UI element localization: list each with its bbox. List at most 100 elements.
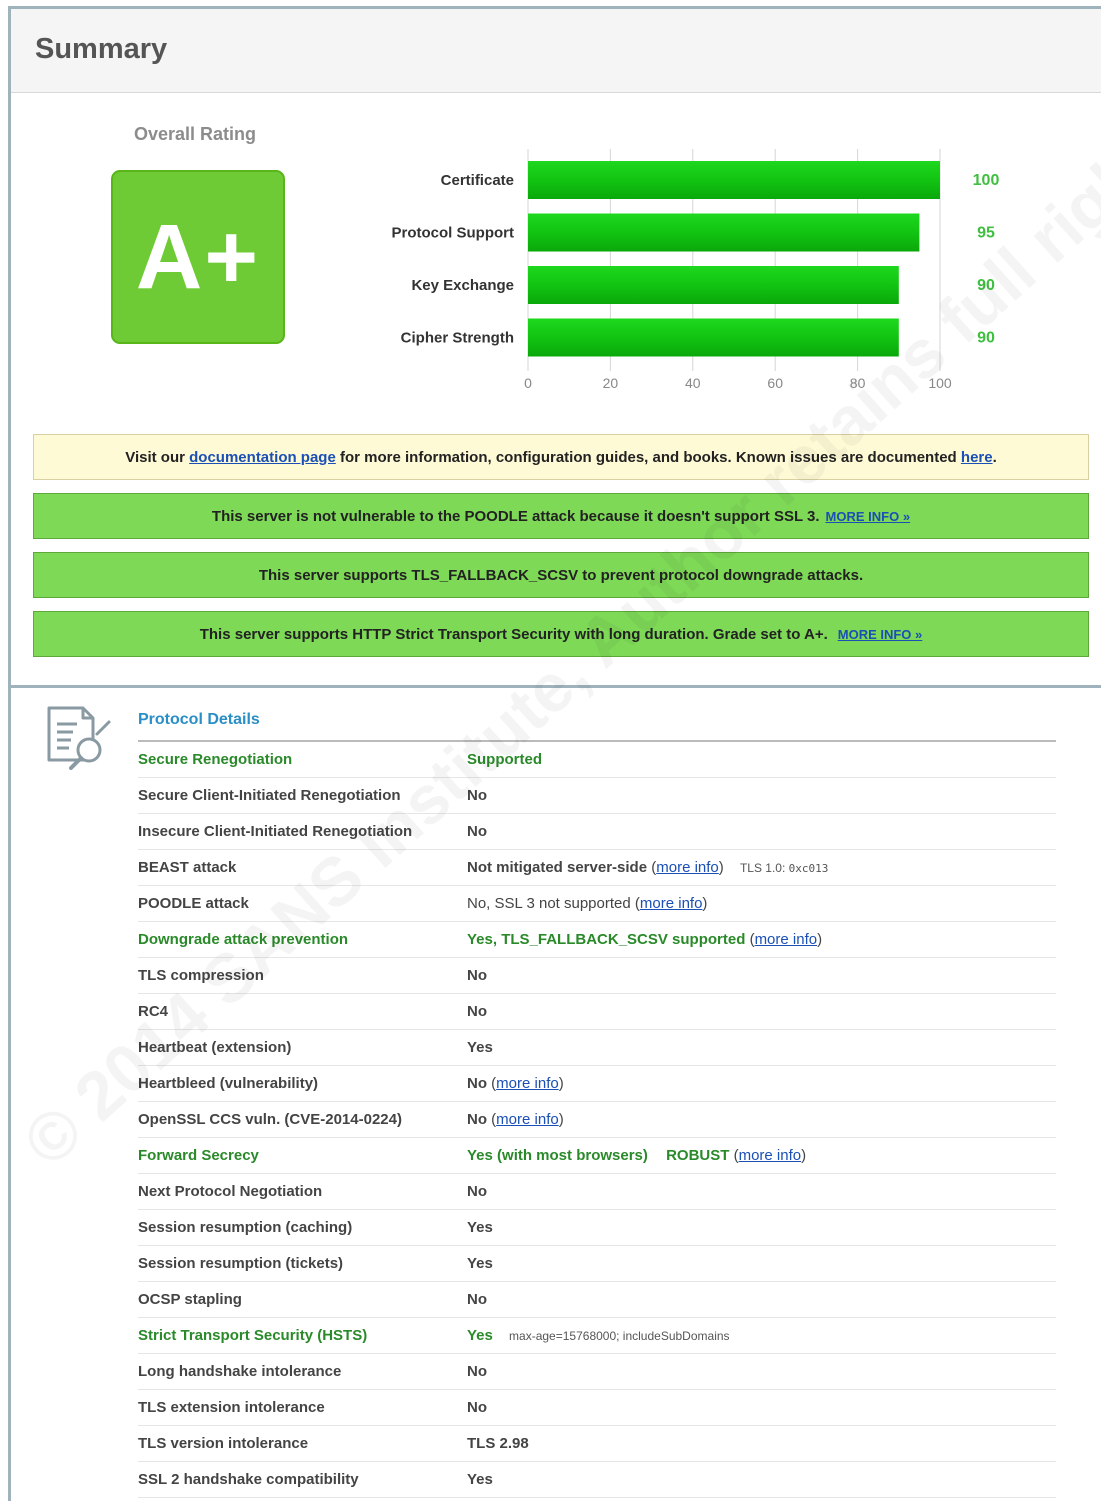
category-label: Cipher Strength xyxy=(401,330,514,347)
heartbleed-value: No xyxy=(467,1075,487,1092)
poodle-value: No, SSL 3 not supported xyxy=(467,895,631,912)
row-value: Yes xyxy=(467,1219,493,1236)
hsts-value: Yes xyxy=(467,1327,493,1344)
more-info-link[interactable]: more info xyxy=(496,1075,559,1092)
table-row: Downgrade attack prevention Yes, TLS_FAL… xyxy=(138,922,1056,958)
row-value: Supported xyxy=(467,751,542,768)
row-value: Yes (with most browsers) ROBUST (more in… xyxy=(467,1147,807,1164)
row-value: Yes xyxy=(467,1039,493,1056)
more-info-link[interactable]: more info xyxy=(739,1147,802,1164)
poodle-more-info-link[interactable]: MORE INFO » xyxy=(826,509,911,524)
row-value: No (more info) xyxy=(467,1111,564,1128)
value-label: 100 xyxy=(973,172,1000,189)
ccs-value: No xyxy=(467,1111,487,1128)
row-label: Long handshake intolerance xyxy=(138,1363,342,1380)
hsts-more-info-link[interactable]: MORE INFO » xyxy=(838,627,923,642)
table-row: TLS extension intolerance No xyxy=(138,1390,1056,1426)
table-row: Session resumption (caching) Yes xyxy=(138,1210,1056,1246)
row-value: No xyxy=(467,1399,487,1416)
robust-label: ROBUST xyxy=(666,1147,730,1164)
row-label: Downgrade attack prevention xyxy=(138,931,349,948)
row-label: SSL 2 handshake compatibility xyxy=(138,1471,359,1488)
row-label: RC4 xyxy=(138,1003,169,1020)
more-info-link[interactable]: more info xyxy=(755,931,818,948)
row-value: No (more info) xyxy=(467,1075,564,1092)
rating-bar-chart: 0 20 40 60 80 100 Certificate 100 Protocol Suppo… xyxy=(392,149,1000,391)
table-row: Secure Renegotiation Supported xyxy=(138,742,1056,778)
row-value: Yes xyxy=(467,1255,493,1272)
row-value: No xyxy=(467,823,487,840)
row-value: No xyxy=(467,1291,487,1308)
downgrade-value: Yes, TLS_FALLBACK_SCSV supported xyxy=(467,931,746,948)
documentation-page-link[interactable]: documentation page xyxy=(189,449,336,466)
table-row: RC4 No xyxy=(138,994,1056,1030)
table-row: Insecure Client-Initiated Renegotiation … xyxy=(138,814,1056,850)
row-value: No xyxy=(467,1363,487,1380)
x-tick-label: 40 xyxy=(685,375,701,391)
table-row: TLS version intolerance TLS 2.98 xyxy=(138,1426,1056,1462)
hsts-extra: max-age=15768000; includeSubDomains xyxy=(509,1329,730,1343)
table-row: Secure Client-Initiated Renegotiation No xyxy=(138,778,1056,814)
row-label: Session resumption (caching) xyxy=(138,1219,353,1236)
forward-secrecy-value: Yes (with most browsers) xyxy=(467,1147,648,1164)
document-magnifier-icon xyxy=(47,706,111,770)
docs-mid: for more information, configuration guid… xyxy=(335,448,961,466)
row-label: Forward Secrecy xyxy=(138,1147,259,1164)
value-label: 90 xyxy=(977,330,995,347)
hsts-notice-text: This server supports HTTP Strict Transpo… xyxy=(199,625,828,643)
summary-panel: Summary Overall Rating A+ 0 20 40 60 80 100 Ce… xyxy=(8,6,1101,688)
row-label: Heartbleed (vulnerability) xyxy=(138,1075,319,1092)
row-label: Secure Client-Initiated Renegotiation xyxy=(138,787,401,804)
row-value: No, SSL 3 not supported (more info) xyxy=(467,895,708,912)
beast-extra-label: TLS 1.0: xyxy=(739,861,786,875)
table-row: Forward Secrecy Yes (with most browsers)… xyxy=(138,1138,1056,1174)
row-label: Secure Renegotiation xyxy=(138,751,293,768)
bar xyxy=(528,161,940,199)
protocol-details-table: Secure Renegotiation Supported Secure Cl… xyxy=(138,742,1056,1498)
row-value: Yes xyxy=(467,1471,493,1488)
row-value: No xyxy=(467,787,487,804)
more-info-link[interactable]: more info xyxy=(496,1111,559,1128)
category-label: Protocol Support xyxy=(392,225,515,242)
known-issues-link[interactable]: here xyxy=(961,449,993,466)
poodle-notice: This server is not vulnerable to the POO… xyxy=(33,493,1089,539)
table-row: BEAST attack Not mitigated server-side (… xyxy=(138,850,1056,886)
bar xyxy=(528,318,899,357)
docs-post: . xyxy=(992,448,997,466)
row-label: OpenSSL CCS vuln. (CVE-2014-0224) xyxy=(138,1111,402,1128)
documentation-notice: Visit our documentation page for more in… xyxy=(33,434,1089,480)
row-label: Heartbeat (extension) xyxy=(138,1039,292,1056)
row-label: OCSP stapling xyxy=(138,1291,242,1308)
row-value: No xyxy=(467,1183,487,1200)
row-label: Session resumption (tickets) xyxy=(138,1255,344,1272)
beast-value: Not mitigated server-side xyxy=(467,859,648,876)
table-row: OCSP stapling No xyxy=(138,1282,1056,1318)
x-tick-label: 80 xyxy=(850,375,866,391)
row-value: No xyxy=(467,1003,487,1020)
row-label: Insecure Client-Initiated Renegotiation xyxy=(138,823,413,840)
poodle-notice-text: This server is not vulnerable to the POO… xyxy=(211,507,820,525)
table-row: POODLE attack No, SSL 3 not supported (m… xyxy=(138,886,1056,922)
x-tick-label: 0 xyxy=(524,375,532,391)
table-row: Strict Transport Security (HSTS) Yes max… xyxy=(138,1318,1056,1354)
fallback-notice-text: This server supports TLS_FALLBACK_SCSV t… xyxy=(258,566,864,584)
row-label: BEAST attack xyxy=(138,859,237,876)
category-label: Key Exchange xyxy=(411,277,514,294)
docs-pre: Visit our xyxy=(125,448,190,466)
row-label: TLS compression xyxy=(138,967,264,984)
row-value: Yes, TLS_FALLBACK_SCSV supported (more i… xyxy=(467,931,823,948)
row-value: TLS 2.98 xyxy=(467,1435,529,1452)
row-label: POODLE attack xyxy=(138,895,249,912)
beast-extra-code: 0xc013 xyxy=(788,862,829,875)
row-label: Strict Transport Security (HSTS) xyxy=(138,1327,368,1344)
bar xyxy=(528,213,920,252)
x-tick-label: 20 xyxy=(603,375,619,391)
bar xyxy=(528,266,899,304)
row-value: No xyxy=(467,967,487,984)
more-info-link[interactable]: more info xyxy=(640,895,703,912)
table-row: Heartbleed (vulnerability) No (more info… xyxy=(138,1066,1056,1102)
value-label: 95 xyxy=(977,225,995,242)
row-value: Not mitigated server-side (more info) TL… xyxy=(467,859,829,876)
more-info-link[interactable]: more info xyxy=(656,859,719,876)
table-row: Session resumption (tickets) Yes xyxy=(138,1246,1056,1282)
